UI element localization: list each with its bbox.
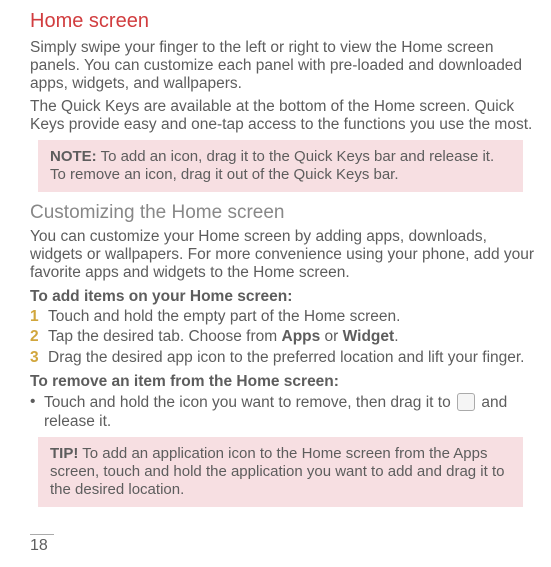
- tip-box: TIP! To add an application icon to the H…: [38, 437, 523, 507]
- remove-text: Touch and hold the icon you want to remo…: [44, 393, 541, 431]
- para-customizing: You can customize your Home screen by ad…: [30, 228, 541, 281]
- step-number: 3: [30, 349, 48, 368]
- step-text: Touch and hold the empty part of the Hom…: [48, 308, 400, 327]
- trash-icon: [457, 393, 475, 411]
- step-2: 2 Tap the desired tab. Choose from Apps …: [30, 328, 541, 347]
- note-text: To add an icon, drag it to the Quick Key…: [50, 148, 494, 183]
- step-1: 1 Touch and hold the empty part of the H…: [30, 308, 541, 327]
- page-number: 18: [30, 534, 54, 555]
- tip-label: TIP!: [50, 445, 78, 462]
- step-text: Drag the desired app icon to the preferr…: [48, 349, 524, 368]
- note-box: NOTE: To add an icon, drag it to the Qui…: [38, 140, 523, 192]
- step-text: Tap the desired tab. Choose from Apps or…: [48, 328, 399, 347]
- remove-bullet-item: • Touch and hold the icon you want to re…: [30, 393, 541, 431]
- heading-home-screen: Home screen: [30, 10, 541, 33]
- para-home-2: The Quick Keys are available at the bott…: [30, 98, 541, 134]
- step-number: 2: [30, 328, 48, 347]
- subhead-remove-item: To remove an item from the Home screen:: [30, 373, 541, 391]
- para-home-1: Simply swipe your finger to the left or …: [30, 39, 541, 92]
- bullet-icon: •: [30, 393, 44, 431]
- subhead-add-items: To add items on your Home screen:: [30, 288, 541, 306]
- heading-customizing: Customizing the Home screen: [30, 202, 541, 224]
- step-3: 3 Drag the desired app icon to the prefe…: [30, 349, 541, 368]
- tip-text: To add an application icon to the Home s…: [50, 445, 504, 498]
- step-number: 1: [30, 308, 48, 327]
- note-label: NOTE:: [50, 148, 97, 165]
